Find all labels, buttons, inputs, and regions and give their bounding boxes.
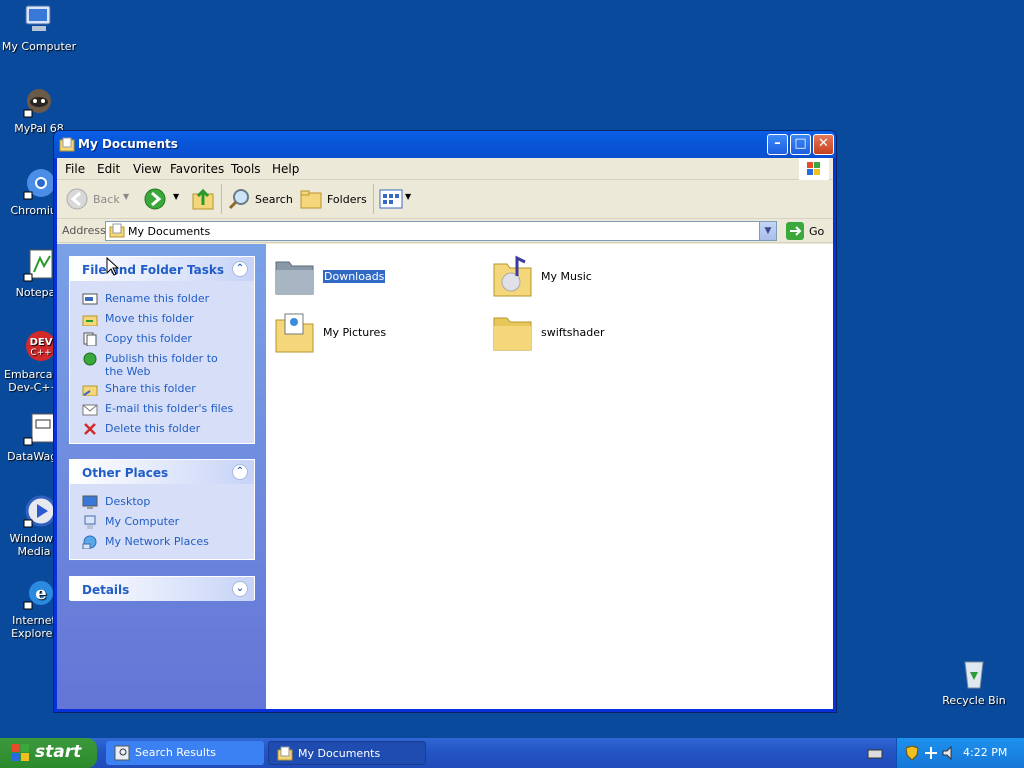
rename-icon (82, 293, 98, 305)
pictures-folder-icon (275, 313, 314, 353)
go-button[interactable]: Go (783, 221, 827, 241)
windows-flag-icon (12, 744, 29, 761)
menu-edit[interactable]: Edit (97, 162, 120, 176)
desktop-icon-mypal[interactable]: MyPal 68 (0, 84, 78, 135)
address-input[interactable]: My Documents ▼ (105, 221, 777, 241)
desktop-icon-recycle-bin[interactable]: Recycle Bin (935, 656, 1013, 707)
menu-view[interactable]: View (133, 162, 161, 176)
folder-icon (275, 261, 314, 295)
go-arrow-icon (786, 222, 804, 240)
details-panel: Details ⌄ (69, 576, 255, 601)
window-title: My Documents (78, 137, 178, 151)
minimize-button[interactable]: – (767, 134, 788, 155)
folders-icon (300, 190, 322, 209)
documents-folder-icon (59, 137, 75, 152)
devcpp-icon: DEV C++ (22, 330, 56, 364)
panel-header[interactable]: Details ⌄ (70, 577, 254, 601)
folder-label: swiftshader (541, 326, 605, 339)
views-button[interactable]: ▼ (379, 188, 413, 210)
chevron-down-icon[interactable]: ▼ (173, 192, 179, 201)
chromium-icon (22, 166, 56, 200)
computer-icon (22, 2, 56, 36)
address-label: Address (62, 224, 106, 237)
desktop-icon (82, 495, 98, 509)
move-folder-icon (82, 315, 98, 326)
security-shield-icon[interactable] (905, 745, 919, 761)
folders-button[interactable]: Folders (299, 186, 369, 212)
start-button[interactable]: start (0, 738, 97, 768)
desktop-icon-label: Recycle Bin (942, 694, 1006, 707)
documents-folder-icon (277, 746, 293, 761)
taskbar: start Search Results My Documents 4:22 P… (0, 738, 1024, 768)
folder-label: My Pictures (323, 326, 387, 339)
svg-text:C++: C++ (30, 348, 51, 358)
menu-help[interactable]: Help (272, 162, 299, 176)
maximize-button[interactable]: □ (790, 134, 811, 155)
file-folder-tasks-panel: File and Folder Tasks ⌃ Rename this folde… (69, 256, 255, 444)
chevron-down-icon[interactable]: ▼ (123, 192, 129, 201)
clock: 4:22 PM (963, 746, 1008, 759)
taskbar-button-my-documents[interactable]: My Documents (268, 741, 426, 765)
globe-icon (83, 352, 97, 366)
desktop-icon-my-computer[interactable]: My Computer (0, 2, 78, 53)
svg-text:e: e (35, 583, 46, 604)
back-arrow-icon (66, 188, 88, 210)
keyboard-icon[interactable] (867, 746, 883, 762)
menu-bar: File Edit View Favorites Tools Help (57, 158, 833, 180)
collapse-chevron-icon[interactable]: ⌃ (232, 464, 248, 480)
address-bar: Address My Documents ▼ Go (57, 219, 833, 243)
folder-label: Downloads (323, 270, 386, 283)
task-pane: File and Folder Tasks ⌃ Rename this folde… (57, 244, 266, 709)
raccoon-icon (22, 84, 56, 118)
windows-logo-icon (799, 158, 829, 180)
desktop-icon-label: My Computer (1, 40, 77, 53)
mouse-cursor-icon (106, 257, 120, 276)
copy-icon (83, 332, 97, 346)
svg-text:DEV: DEV (30, 337, 53, 348)
recycle-bin-icon (957, 656, 991, 690)
forward-button[interactable]: ▼ (143, 186, 183, 212)
music-folder-icon (493, 255, 532, 297)
explorer-window[interactable]: My Documents – □ ✕ File Edit View Favori… (53, 130, 837, 713)
taskbar-button-search-results[interactable]: Search Results (106, 741, 264, 765)
panel-header[interactable]: Other Places ⌃ (70, 460, 254, 484)
address-dropdown-button[interactable]: ▼ (759, 222, 776, 240)
email-icon (82, 404, 98, 416)
share-icon (82, 385, 98, 396)
views-grid-icon (379, 189, 403, 209)
toolbar: Back ▼ ▼ Search Folders ▼ (57, 180, 833, 219)
media-player-icon (22, 494, 57, 528)
document-icon (22, 412, 56, 446)
menu-tools[interactable]: Tools (231, 162, 261, 176)
file-list: Downloads My Music My Pictures swiftshad… (266, 244, 833, 709)
computer-icon (84, 515, 96, 529)
documents-folder-icon (109, 223, 125, 238)
search-button[interactable]: Search (227, 186, 293, 212)
search-results-icon (114, 745, 130, 761)
notepad-icon (22, 248, 56, 282)
close-button[interactable]: ✕ (813, 134, 834, 155)
system-tray: 4:22 PM (896, 738, 1024, 768)
delete-x-icon (84, 423, 96, 435)
menu-file[interactable]: File (65, 162, 85, 176)
chevron-down-icon: ▼ (405, 192, 412, 201)
expand-chevron-icon[interactable]: ⌄ (232, 581, 248, 597)
back-button[interactable]: Back ▼ (63, 186, 133, 212)
network-icon (82, 535, 97, 549)
up-folder-icon[interactable] (191, 187, 215, 211)
panel-header[interactable]: File and Folder Tasks ⌃ (70, 257, 254, 281)
collapse-chevron-icon[interactable]: ⌃ (232, 261, 248, 277)
volume-icon[interactable] (941, 745, 957, 761)
menu-favorites[interactable]: Favorites (170, 162, 224, 176)
window-titlebar[interactable]: My Documents – □ ✕ (54, 131, 836, 158)
internet-explorer-icon: e (22, 576, 56, 610)
forward-arrow-icon (144, 188, 166, 210)
folder-label: My Music (541, 270, 592, 283)
search-icon (228, 189, 249, 210)
folder-icon (493, 317, 532, 351)
other-places-panel: Other Places ⌃ Desktop My Computer My Net… (69, 459, 255, 560)
network-tray-icon[interactable] (923, 745, 939, 761)
